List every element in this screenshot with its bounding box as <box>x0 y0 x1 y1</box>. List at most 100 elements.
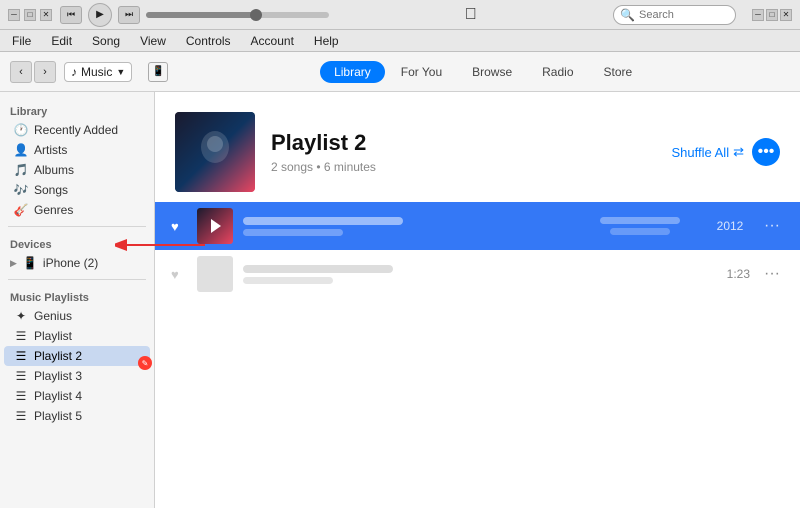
playlist-icon: ☰ <box>14 329 28 343</box>
music-selector[interactable]: ♪ Music ▼ <box>64 62 132 82</box>
playback-controls: ⏮ ▶ ⏭ <box>60 3 329 27</box>
content-area: Playlist 2 2 songs • 6 minutes Shuffle A… <box>155 92 800 508</box>
sidebar-item-albums[interactable]: 🎵 Albums <box>4 160 150 180</box>
close-button[interactable]: ✕ <box>40 9 52 21</box>
playlist5-icon: ☰ <box>14 409 28 423</box>
track-artist <box>243 277 570 284</box>
track-options-button[interactable]: ··· <box>760 265 784 283</box>
playlist-art-svg <box>175 112 255 192</box>
progress-thumb <box>250 9 262 21</box>
sidebar: Library 🕐 Recently Added 👤 Artists 🎵 Alb… <box>0 92 155 508</box>
sidebar-item-recently-added[interactable]: 🕐 Recently Added <box>4 120 150 140</box>
sidebar-item-playlist5[interactable]: ☰ Playlist 5 <box>4 406 150 426</box>
genius-label: Genius <box>34 309 72 323</box>
menu-edit[interactable]: Edit <box>47 32 76 50</box>
music-label: Music <box>81 65 112 79</box>
menu-song[interactable]: Song <box>88 32 124 50</box>
more-options-button[interactable]: ••• <box>752 138 780 166</box>
window-controls: ─ □ ✕ <box>8 9 52 21</box>
table-row[interactable]: ♥ 2012 ··· <box>155 202 800 250</box>
rewind-button[interactable]: ⏮ <box>60 6 82 24</box>
music-note-icon: ♪ <box>71 65 77 79</box>
genres-icon: 🎸 <box>14 203 28 217</box>
os-close-button[interactable]: ✕ <box>780 9 792 21</box>
playlist-art-inner <box>175 112 255 192</box>
genius-icon: ✦ <box>14 309 28 323</box>
table-row[interactable]: ♥ 1:23 ··· <box>155 250 800 298</box>
recently-added-icon: 🕐 <box>14 123 28 137</box>
fast-forward-button[interactable]: ⏭ <box>118 6 140 24</box>
library-section-title: Library <box>0 100 154 120</box>
playlists-section-title: Music Playlists <box>0 286 154 306</box>
track-list: ♥ 2012 ··· <box>155 202 800 308</box>
playlist-header: Playlist 2 2 songs • 6 minutes Shuffle A… <box>155 92 800 202</box>
playlist2-icon: ☰ <box>14 349 28 363</box>
track-thumbnail <box>197 208 233 244</box>
albums-label: Albums <box>34 163 74 177</box>
heart-icon[interactable]: ♥ <box>171 267 187 282</box>
main-layout: Library 🕐 Recently Added 👤 Artists 🎵 Alb… <box>0 92 800 508</box>
playlist-meta: 2 songs • 6 minutes <box>271 160 656 174</box>
sidebar-item-playlist4[interactable]: ☰ Playlist 4 <box>4 386 150 406</box>
menu-controls[interactable]: Controls <box>182 32 235 50</box>
nav-buttons: ‹ › <box>10 61 56 83</box>
tab-browse[interactable]: Browse <box>458 61 526 83</box>
sidebar-item-iphone[interactable]: ▶ 📱 iPhone (2) <box>0 253 154 273</box>
apple-logo:  <box>337 6 606 24</box>
sidebar-item-artists[interactable]: 👤 Artists <box>4 140 150 160</box>
track-info <box>243 265 570 284</box>
track-year: 2012 <box>710 219 750 233</box>
playlist3-icon: ☰ <box>14 369 28 383</box>
sidebar-item-genres[interactable]: 🎸 Genres <box>4 200 150 220</box>
minimize-button[interactable]: ─ <box>8 9 20 21</box>
progress-fill <box>146 12 256 18</box>
artists-label: Artists <box>34 143 67 157</box>
menu-view[interactable]: View <box>136 32 170 50</box>
playlist-title: Playlist 2 <box>271 130 656 156</box>
playlist4-label: Playlist 4 <box>34 389 82 403</box>
playlist4-icon: ☰ <box>14 389 28 403</box>
playlist-label: Playlist <box>34 329 72 343</box>
now-playing-icon <box>211 219 221 233</box>
nav-tabs: Library For You Browse Radio Store <box>176 61 790 83</box>
edit-badge: ✎ <box>138 356 152 370</box>
songs-label: Songs <box>34 183 68 197</box>
recently-added-label: Recently Added <box>34 123 118 137</box>
maximize-button[interactable]: □ <box>24 9 36 21</box>
sidebar-item-playlist2[interactable]: ☰ Playlist 2 ✎ <box>4 346 150 366</box>
sidebar-item-playlist[interactable]: ☰ Playlist <box>4 326 150 346</box>
shuffle-button[interactable]: Shuffle All ⇄ <box>672 144 745 160</box>
sidebar-divider-2 <box>8 279 146 280</box>
track-thumbnail <box>197 256 233 292</box>
selector-arrow-icon: ▼ <box>116 67 125 77</box>
sidebar-item-genius[interactable]: ✦ Genius <box>4 306 150 326</box>
search-icon: 🔍 <box>620 8 635 22</box>
tab-store[interactable]: Store <box>590 61 647 83</box>
os-maximize-button[interactable]: □ <box>766 9 778 21</box>
sidebar-divider-1 <box>8 226 146 227</box>
songs-icon: 🎶 <box>14 183 28 197</box>
progress-bar[interactable] <box>146 12 329 18</box>
play-button[interactable]: ▶ <box>88 3 112 27</box>
menu-help[interactable]: Help <box>310 32 343 50</box>
tab-library[interactable]: Library <box>320 61 385 83</box>
search-input[interactable] <box>639 9 729 21</box>
track-options-button[interactable]: ··· <box>760 217 784 235</box>
tab-radio[interactable]: Radio <box>528 61 587 83</box>
tab-for-you[interactable]: For You <box>387 61 456 83</box>
search-box[interactable]: 🔍 <box>613 5 736 25</box>
sidebar-item-playlist3[interactable]: ☰ Playlist 3 <box>4 366 150 386</box>
heart-icon[interactable]: ♥ <box>171 219 187 234</box>
playlist-info: Playlist 2 2 songs • 6 minutes <box>271 130 656 174</box>
devices-section-title: Devices <box>0 233 154 253</box>
device-icon[interactable]: 📱 <box>148 62 168 82</box>
menu-file[interactable]: File <box>8 32 35 50</box>
track-name <box>243 217 570 225</box>
os-minimize-button[interactable]: ─ <box>752 9 764 21</box>
menu-account[interactable]: Account <box>247 32 298 50</box>
back-button[interactable]: ‹ <box>10 61 32 83</box>
sidebar-item-songs[interactable]: 🎶 Songs <box>4 180 150 200</box>
albums-icon: 🎵 <box>14 163 28 177</box>
shuffle-icon: ⇄ <box>733 144 744 160</box>
forward-button[interactable]: › <box>34 61 56 83</box>
